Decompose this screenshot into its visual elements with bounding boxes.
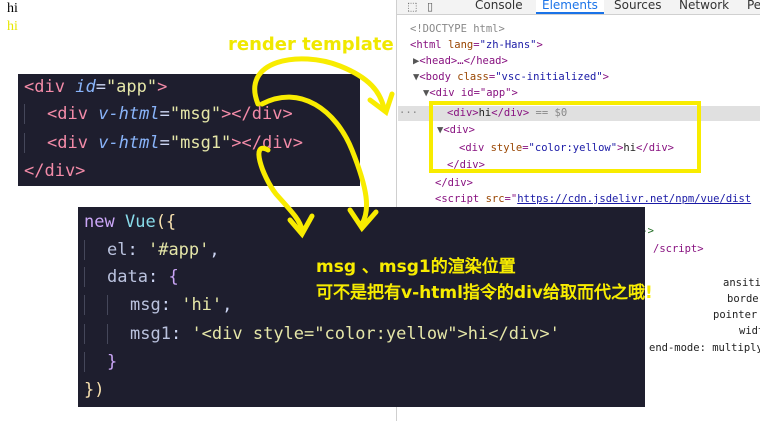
annotation-note-line1: msg 、msg1的渲染位置 <box>316 257 516 277</box>
arrow-msg-loop <box>259 94 370 227</box>
annotation-note-line2: 可不是把有v-html指令的div给取而代之哦! <box>316 283 653 303</box>
arrow-msg1-loop <box>256 145 305 233</box>
annotation-arrows <box>252 56 395 239</box>
annotation-render-template: render template <box>228 34 394 55</box>
